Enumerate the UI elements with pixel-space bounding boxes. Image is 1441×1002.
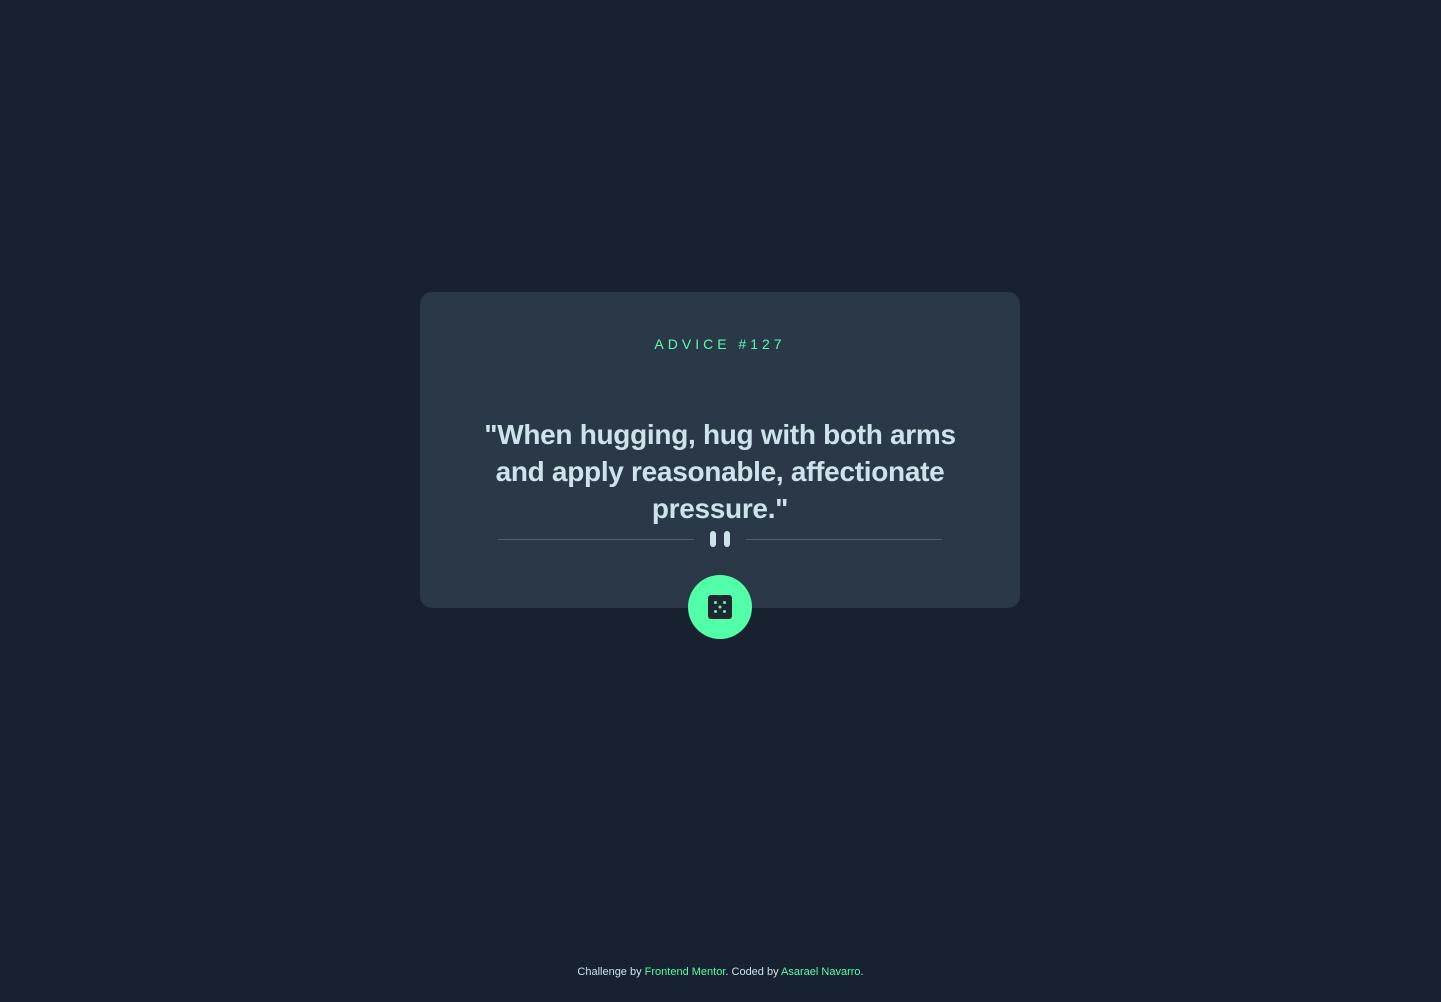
attribution-prefix: Challenge by [577, 966, 642, 978]
frontend-mentor-link[interactable]: Frontend Mentor [645, 966, 726, 978]
attribution-middle: . Coded by [725, 966, 779, 978]
divider-line-left [498, 539, 694, 540]
new-advice-button[interactable] [688, 575, 752, 639]
divider [498, 530, 942, 548]
pause-icon [710, 531, 730, 547]
advice-card: ADVICE #127 "When hugging, hug with both… [420, 292, 1020, 639]
advice-id: ADVICE #127 [654, 336, 786, 352]
author-link[interactable]: Asarael Navarro [781, 966, 860, 978]
divider-line-right [746, 539, 942, 540]
attribution-suffix: . [860, 966, 864, 978]
dice-icon [708, 595, 732, 619]
attribution: Challenge by Frontend Mentor. Coded by A… [0, 964, 1441, 980]
advice-quote: "When hugging, hug with both arms and ap… [484, 419, 956, 524]
